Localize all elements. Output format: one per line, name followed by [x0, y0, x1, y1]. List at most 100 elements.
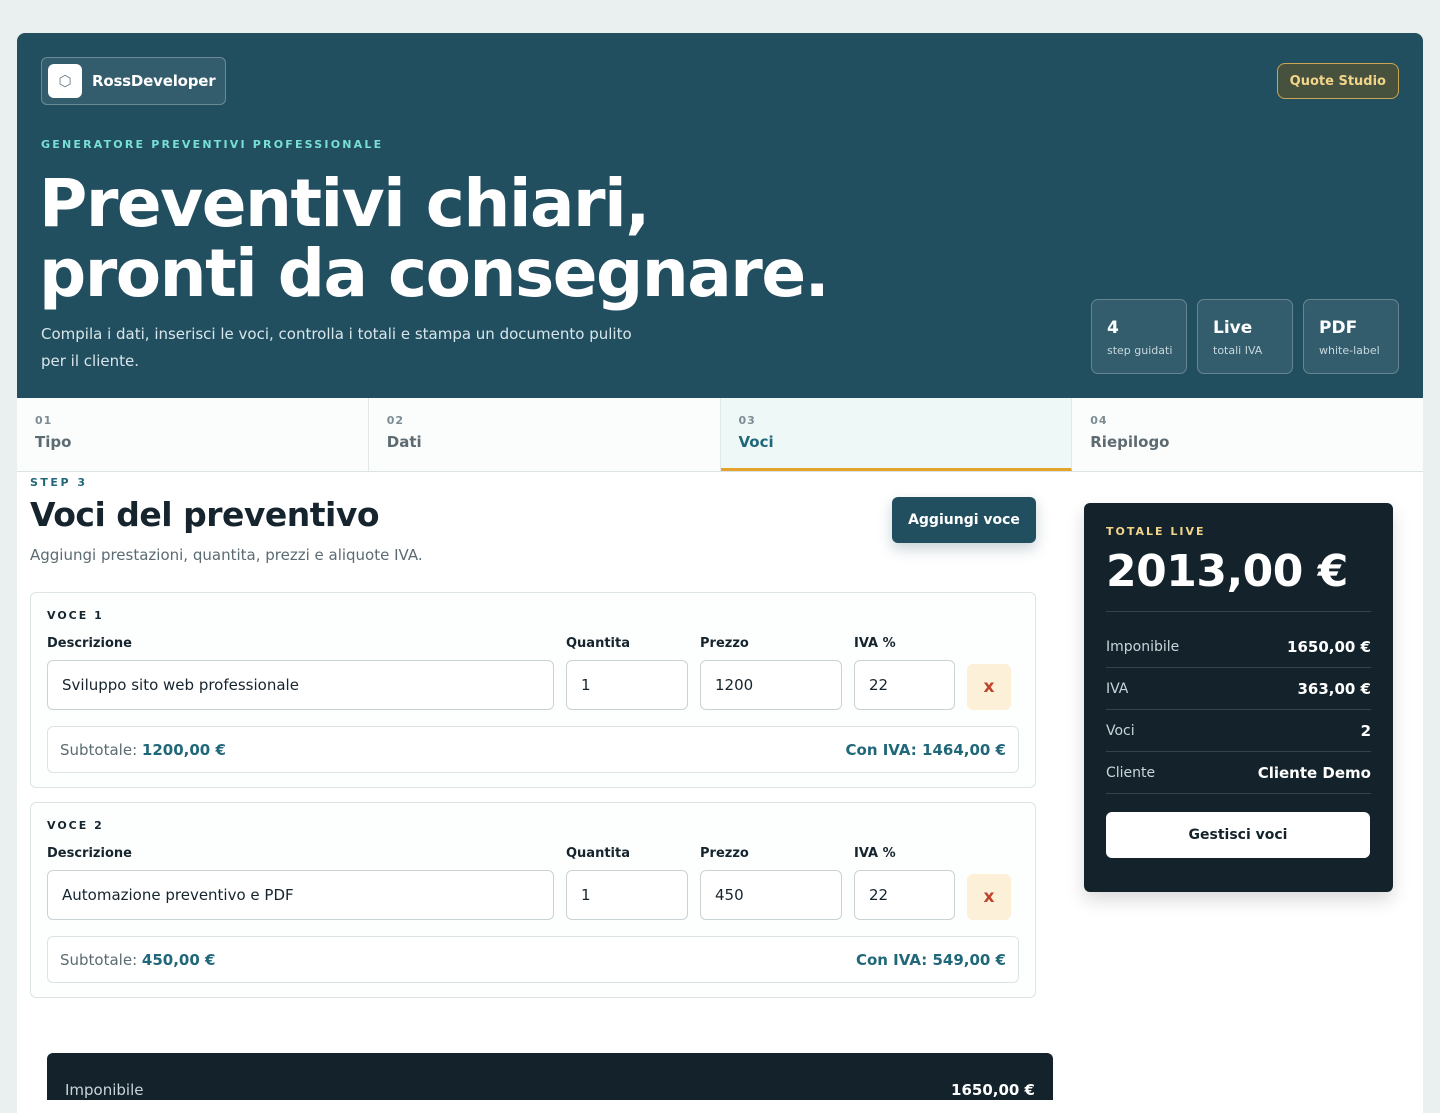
iva-label: IVA %	[854, 636, 896, 651]
prezzo-label: Prezzo	[700, 636, 749, 651]
hero-lead: Compila i dati, inserisci le voci, contr…	[41, 325, 632, 370]
stat-card: 4 step guidati	[1091, 299, 1187, 374]
descrizione-input[interactable]: Automazione preventivo e PDF	[47, 870, 554, 920]
voce-fields: Descrizione Automazione preventivo e PDF…	[47, 846, 1019, 926]
step-label: Dati	[386, 433, 422, 451]
summary-value: 2	[1360, 721, 1371, 740]
prezzo-field-group: Prezzo 1200	[700, 636, 842, 710]
stat-card: PDF white-label	[1303, 299, 1399, 374]
con-iva-value: Con IVA: 1464,00 €	[845, 740, 1006, 759]
prezzo-label: Prezzo	[700, 846, 749, 861]
step-label: Tipo	[35, 433, 72, 451]
hero-eyebrow: GENERATORE PREVENTIVI PROFESSIONALE	[41, 138, 384, 151]
hexagon-logo-icon: ⬡	[48, 64, 82, 98]
totale-live-panel: TOTALE LIVE 2013,00 € Imponibile 1650,00…	[1084, 503, 1393, 892]
summary-value: 1650,00 €	[1287, 637, 1371, 656]
step-number: 03	[738, 414, 756, 427]
summary-value: Cliente Demo	[1257, 763, 1371, 782]
summary-row: Cliente Cliente Demo	[1106, 752, 1371, 794]
summary-label: Imponibile	[1106, 638, 1180, 655]
quantita-label: Quantita	[566, 846, 630, 861]
iva-input[interactable]: 22	[854, 870, 955, 920]
voci-section: STEP 3 Voci del preventivo Aggiungi pres…	[30, 473, 1036, 998]
summary-row: Imponibile 1650,00 €	[1106, 626, 1371, 668]
section-subtitle: Aggiungi prestazioni, quantita, prezzi e…	[30, 546, 423, 564]
totale-live-value: 2013,00 €	[1106, 546, 1371, 612]
bottom-summary-bar: Imponibile 1650,00 €	[47, 1053, 1053, 1100]
prezzo-input[interactable]: 1200	[700, 660, 842, 710]
subtotal-row: Subtotale: 450,00 € Con IVA: 549,00 €	[47, 936, 1019, 983]
tab-voci[interactable]: 03 Voci	[720, 398, 1073, 471]
descrizione-field-group: Descrizione Sviluppo sito web profession…	[47, 636, 554, 710]
iva-input[interactable]: 22	[854, 660, 955, 710]
subtotale-value: 1200,00 €	[141, 740, 226, 759]
descrizione-label: Descrizione	[47, 846, 132, 861]
quantita-input[interactable]: 1	[566, 660, 688, 710]
voce-fields: Descrizione Sviluppo sito web profession…	[47, 636, 1019, 716]
hero-title-line2: pronti da consegnare.	[39, 235, 830, 312]
iva-field-group: IVA % 22	[854, 636, 955, 710]
summary-label: Voci	[1106, 722, 1135, 739]
summary-label: IVA	[1106, 680, 1129, 697]
prezzo-input[interactable]: 450	[700, 870, 842, 920]
stat-value: PDF	[1319, 318, 1358, 338]
step-label: Voci	[738, 433, 774, 451]
stat-label: white-label	[1319, 344, 1380, 357]
summary-rows: Imponibile 1650,00 € IVA 363,00 € Voci 2…	[1106, 626, 1371, 794]
subtotale-text: Subtotale: 1200,00 €	[60, 741, 226, 759]
step-number: 04	[1090, 414, 1108, 427]
totale-live-eyebrow: TOTALE LIVE	[1106, 525, 1206, 538]
voce-card: VOCE 2 Descrizione Automazione preventiv…	[30, 802, 1036, 998]
hero-title-line1: Preventivi chiari,	[39, 165, 650, 242]
stat-value: Live	[1213, 318, 1253, 338]
prezzo-field-group: Prezzo 450	[700, 846, 842, 920]
delete-voce-button[interactable]: x	[967, 874, 1011, 920]
tab-riepilogo[interactable]: 04 Riepilogo	[1072, 398, 1423, 471]
voce-card: VOCE 1 Descrizione Sviluppo sito web pro…	[30, 592, 1036, 788]
gestisci-voci-button[interactable]: Gestisci voci	[1106, 812, 1370, 858]
step-label: Riepilogo	[1090, 433, 1170, 451]
add-voce-button[interactable]: Aggiungi voce	[892, 497, 1036, 543]
bottom-imponibile-label: Imponibile	[65, 1081, 144, 1099]
descrizione-field-group: Descrizione Automazione preventivo e PDF	[47, 846, 554, 920]
quantita-field-group: Quantita 1	[566, 846, 688, 920]
delete-voce-button[interactable]: x	[967, 664, 1011, 710]
stat-label: step guidati	[1107, 344, 1173, 357]
bottom-imponibile-value: 1650,00 €	[951, 1081, 1035, 1099]
tab-dati[interactable]: 02 Dati	[368, 398, 721, 471]
stat-label: totali IVA	[1213, 344, 1263, 357]
subtotale-label: Subtotale:	[60, 950, 138, 969]
subtotale-text: Subtotale: 450,00 €	[60, 951, 215, 969]
subtotale-label: Subtotale:	[60, 740, 138, 759]
iva-label: IVA %	[854, 846, 896, 861]
stat-value: 4	[1107, 318, 1119, 338]
section-title: Voci del preventivo	[30, 495, 380, 534]
stepper-tabs: 01 Tipo 02 Dati 03 Voci 04 Riepilogo	[17, 398, 1423, 472]
step-number: 01	[35, 414, 53, 427]
voce-title: VOCE 1	[47, 609, 104, 622]
quantita-input[interactable]: 1	[566, 870, 688, 920]
summary-value: 363,00 €	[1297, 679, 1371, 698]
section-eyebrow: STEP 3	[30, 476, 88, 489]
step-number: 02	[386, 414, 405, 427]
descrizione-label: Descrizione	[47, 636, 132, 651]
brand-badge[interactable]: ⬡ RossDeveloper	[41, 57, 227, 105]
voce-title: VOCE 2	[47, 819, 104, 832]
quote-studio-pill[interactable]: Quote Studio	[1276, 63, 1399, 99]
subtotale-value: 450,00 €	[141, 950, 216, 969]
stats-group: 4 step guidati Live totali IVA PDF white…	[1091, 299, 1399, 374]
subtotal-row: Subtotale: 1200,00 € Con IVA: 1464,00 €	[47, 726, 1019, 773]
con-iva-value: Con IVA: 549,00 €	[855, 950, 1006, 969]
stat-card: Live totali IVA	[1197, 299, 1293, 374]
iva-field-group: IVA % 22	[854, 846, 955, 920]
quantita-field-group: Quantita 1	[566, 636, 688, 710]
quantita-label: Quantita	[566, 636, 630, 651]
summary-row: IVA 363,00 €	[1106, 668, 1371, 710]
summary-label: Cliente	[1106, 764, 1156, 781]
brand-name: RossDeveloper	[92, 72, 216, 90]
hero-header: ⬡ RossDeveloper Quote Studio GENERATORE …	[17, 33, 1423, 398]
summary-row: Voci 2	[1106, 710, 1371, 752]
hero-title: Preventivi chiari, pronti da consegnare.	[39, 169, 939, 309]
descrizione-input[interactable]: Sviluppo sito web professionale	[47, 660, 554, 710]
tab-tipo[interactable]: 01 Tipo	[17, 398, 369, 471]
